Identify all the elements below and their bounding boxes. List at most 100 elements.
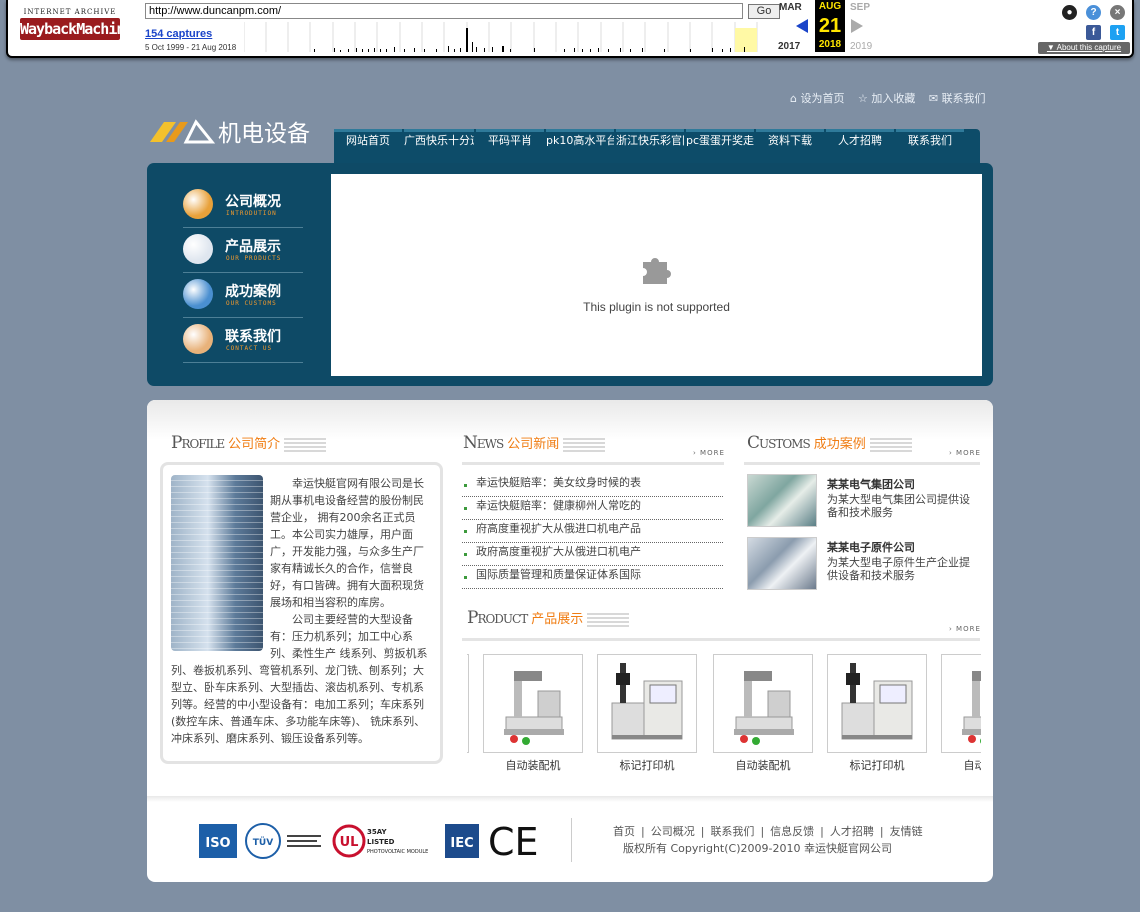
sidebar-item-label: 产品展示 xyxy=(225,239,281,255)
case-name: 某某电子原件公司 xyxy=(827,541,915,554)
wayback-prev-arrow-icon[interactable] xyxy=(796,19,808,33)
plugin-message: This plugin is not supported xyxy=(583,300,730,314)
news-title-en: News xyxy=(463,433,504,453)
stripes-decoration xyxy=(284,438,327,452)
product-item[interactable]: 自动装配机 xyxy=(713,654,813,773)
product-title-en: Product xyxy=(467,608,528,628)
globe-icon xyxy=(183,279,213,309)
product-image xyxy=(467,654,469,753)
product-item[interactable]: 自动装配机 xyxy=(483,654,583,773)
profile-title-en: Profile xyxy=(171,433,225,453)
wayback-cur-month: AUG xyxy=(815,0,845,14)
stripes-decoration xyxy=(563,438,606,452)
product-image xyxy=(597,654,697,753)
nav-item-8[interactable]: 联系我们 xyxy=(896,129,964,163)
news-item[interactable]: 政府高度重视扩大从俄进口机电产 xyxy=(462,543,723,566)
nav-item-4[interactable]: 浙江快乐彩官网 xyxy=(616,129,684,163)
sidebar-item-label: 联系我们 xyxy=(225,329,281,345)
user-icon[interactable]: ● xyxy=(1062,5,1077,20)
twitter-icon[interactable]: t xyxy=(1110,25,1125,40)
site-logo[interactable]: 机电设备 xyxy=(150,112,320,148)
iso-text: ISO xyxy=(205,836,230,851)
stripes-decoration xyxy=(869,438,912,452)
profile-title: Profile 公司简介 xyxy=(171,433,327,457)
case-item[interactable]: 某某电子原件公司 为某大型电子原件生产企业提供设备和技术服务 xyxy=(747,537,987,593)
help-icon[interactable]: ? xyxy=(1086,5,1101,20)
news-more-link[interactable]: › MORE xyxy=(693,449,725,457)
wayback-prev-year[interactable]: 2017 xyxy=(778,41,800,52)
case-name: 某某电气集团公司 xyxy=(827,478,915,491)
tuv-text: TÜV xyxy=(253,837,273,848)
facebook-icon[interactable]: f xyxy=(1086,25,1101,40)
news-divider xyxy=(462,462,724,465)
footer-link[interactable]: 公司概况 xyxy=(651,825,695,838)
magnifier-icon xyxy=(183,234,213,264)
nav-item-1[interactable]: 广西快乐十分速 xyxy=(404,129,474,163)
wayback-captures-link[interactable]: 154 captures xyxy=(145,28,212,40)
wayback-logo-main: WaybackMachine xyxy=(20,18,133,40)
product-item-partial xyxy=(467,654,469,753)
sidebar-item-sublabel: CONTACT US xyxy=(226,345,273,352)
news-item[interactable]: 府高度重视扩大从俄进口机电产品 xyxy=(462,520,723,543)
product-item[interactable]: 自动装配机 xyxy=(941,654,981,773)
footer-link[interactable]: 联系我们 xyxy=(710,825,754,838)
product-item[interactable]: 标记打印机 xyxy=(597,654,697,773)
news-item[interactable]: 国际质量管理和质量保证体系国际 xyxy=(462,566,723,589)
main-nav: 网站首页广西快乐十分速平码平肖pk10高水平台浙江快乐彩官网pc蛋蛋开奖走势资料… xyxy=(334,129,980,163)
nav-item-0[interactable]: 网站首页 xyxy=(334,129,402,163)
nav-item-2[interactable]: 平码平肖 xyxy=(476,129,544,163)
sidebar-item-sublabel: OUR PRODUCTS xyxy=(226,255,282,262)
footer-link-separator: | xyxy=(879,825,884,838)
sidebar-item-label: 公司概况 xyxy=(225,194,281,210)
footer-link[interactable]: 友情链 xyxy=(890,825,923,838)
wayback-about-button[interactable]: ▼ About this capture xyxy=(1038,42,1130,54)
content-panel: Profile 公司简介 幸运快艇官网有限公司是长期从事机电设备经营的股份制民营企… xyxy=(147,400,993,882)
case-desc: 为某大型电子原件生产企业提供设备和技术服务 xyxy=(827,556,970,582)
footer-links: 首页 | 公司概况 | 联系我们 | 信息反馈 | 人才招聘 | 友情链 xyxy=(613,823,923,839)
sidebar-item-1[interactable]: 产品展示 OUR PRODUCTS xyxy=(183,228,303,273)
news-item[interactable]: 幸运快艇赔率：美女纹身时候的表 xyxy=(462,474,723,497)
news-title-cn: 公司新闻 xyxy=(507,437,560,452)
product-label: 标记打印机 xyxy=(619,759,675,772)
footer-separator xyxy=(571,818,572,862)
news-item[interactable]: 幸运快艇赔率：健康柳州人常吃的 xyxy=(462,497,723,520)
product-label: 自动装配机 xyxy=(505,759,561,772)
ul-caption-3: PHOTOVOLTAIC MODULE xyxy=(367,849,428,855)
nav-item-5[interactable]: pc蛋蛋开奖走势 xyxy=(686,129,754,163)
customs-divider xyxy=(744,462,980,465)
sidebar-item-label: 成功案例 xyxy=(225,284,281,300)
product-item[interactable]: 标记打印机 xyxy=(827,654,927,773)
wayback-sparkline[interactable] xyxy=(244,22,780,52)
close-icon[interactable]: × xyxy=(1110,5,1125,20)
product-label: 标记打印机 xyxy=(849,759,905,772)
stripes-decoration xyxy=(587,613,630,627)
nav-item-7[interactable]: 人才招聘 xyxy=(826,129,894,163)
profile-title-cn: 公司简介 xyxy=(228,437,281,452)
news-title: News 公司新闻 xyxy=(463,433,606,457)
wayback-logo[interactable]: INTERNET ARCHIVE WaybackMachine xyxy=(20,8,133,46)
contact-link[interactable]: ✉ 联系我们 xyxy=(929,92,986,105)
case-item[interactable]: 某某电气集团公司 为某大型电气集团公司提供设备和技术服务 xyxy=(747,474,987,530)
footer-link-separator: | xyxy=(820,825,824,838)
wayback-prev-month[interactable]: MAR xyxy=(779,2,802,13)
news-list: 幸运快艇赔率：美女纹身时候的表 幸运快艇赔率：健康柳州人常吃的 府高度重视扩大从俄进… xyxy=(462,474,723,589)
building-image xyxy=(171,475,263,651)
sidebar-item-3[interactable]: 联系我们 CONTACT US xyxy=(183,318,303,363)
product-title: Product 产品展示 xyxy=(467,608,630,632)
nav-item-3[interactable]: pk10高水平台 xyxy=(546,129,614,163)
add-favorite-link[interactable]: ☆ 加入收藏 xyxy=(858,92,915,105)
footer-link[interactable]: 人才招聘 xyxy=(830,825,874,838)
case-desc: 为某大型电气集团公司提供设备和技术服务 xyxy=(827,493,970,519)
wayback-url-input[interactable]: http://www.duncanpm.com/ xyxy=(145,3,743,19)
footer-link[interactable]: 信息反馈 xyxy=(770,825,814,838)
product-label: 自动装配机 xyxy=(963,759,982,772)
wayback-go-button[interactable]: Go xyxy=(748,4,780,19)
nav-item-6[interactable]: 资料下载 xyxy=(756,129,824,163)
case-thumbnail xyxy=(747,474,817,527)
sidebar-item-2[interactable]: 成功案例 OUR CUSTOMS xyxy=(183,273,303,318)
sidebar-item-0[interactable]: 公司概况 INTRODUTION xyxy=(183,183,303,228)
product-more-link[interactable]: › MORE xyxy=(949,625,981,633)
customs-more-link[interactable]: › MORE xyxy=(949,449,981,457)
footer-link[interactable]: 首页 xyxy=(613,825,635,838)
set-home-link[interactable]: ⌂ 设为首页 xyxy=(790,92,844,105)
